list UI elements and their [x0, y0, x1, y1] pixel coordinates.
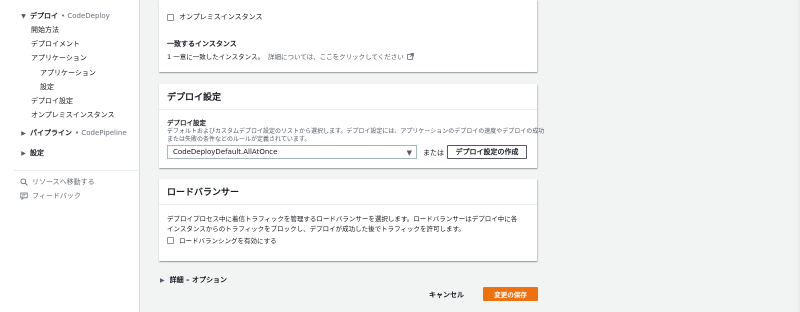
onprem-checkbox-row[interactable]: オンプレミスインスタンス [167, 12, 263, 22]
deploy-config-description-2: または失敗の条件などのルールが定義されています。 [167, 136, 311, 143]
sidebar-item-label: オンプレミスインスタンス [31, 111, 115, 119]
feedback-icon [20, 192, 28, 200]
caret-right-icon: ▶ [21, 129, 26, 137]
sidebar-subitem-settings[interactable]: 設定 [40, 82, 54, 92]
sidebar-item-deployments[interactable]: デプロイメント [31, 39, 80, 49]
caret-right-icon: ▶ [160, 276, 165, 284]
deploy-config-select[interactable]: CodeDeployDefault.AllAtOnce ▼ [167, 145, 417, 159]
sidebar-item-deploy-config[interactable]: デプロイ設定 [31, 96, 73, 106]
dropdown-arrow-icon: ▼ [406, 149, 412, 157]
sidebar-section-label: デプロイ [30, 12, 58, 20]
load-balancer-description-1: デプロイプロセス中に着信トラフィックを管理するロードバランサーを選択します。ロー… [167, 215, 518, 223]
onprem-checkbox[interactable] [167, 13, 174, 21]
matching-instances-row: 1 一意に一致したインスタンス。 詳細については、ここをクリックしてください [167, 51, 414, 61]
load-balancing-checkbox-label: ロードバランシングを有効にする [179, 237, 277, 245]
sidebar-section-deploy[interactable]: ▼ デプロイ • CodeDeploy [20, 11, 110, 21]
matching-instances-title: 一致するインスタンス [167, 40, 237, 48]
sidebar-section-settings[interactable]: ▶ 設定 [20, 148, 44, 158]
deploy-config-title: デプロイ設定 [159, 84, 537, 110]
search-icon [20, 178, 28, 186]
load-balancer-card: ロードバランサー デプロイプロセス中に着信トラフィックを管理するロードバランサー… [159, 179, 537, 261]
feedback-link[interactable]: フィードバック [20, 191, 81, 201]
sidebar-item-label: アプリケーション [40, 69, 96, 77]
sidebar-section-label: 設定 [30, 149, 44, 157]
sidebar-item-label: デプロイ設定 [31, 97, 73, 105]
caret-down-icon: ▼ [21, 12, 26, 20]
advanced-options-toggle[interactable]: ▶ 詳細 – オプション [160, 275, 227, 285]
external-link-icon [407, 52, 414, 60]
load-balancer-description-2: インスタンスからのトラフィックをブロックし、デプロイが成功した後でトラフィックを… [167, 225, 465, 233]
or-text: または [423, 149, 444, 157]
sidebar-nav: ▼ デプロイ • CodeDeploy 開始方法 デプロイメント アプリケーショ… [0, 0, 140, 312]
load-balancer-title: ロードバランサー [159, 179, 537, 205]
advanced-options-label: 詳細 – オプション [169, 276, 227, 284]
load-balancing-checkbox-row[interactable]: ロードバランシングを有効にする [167, 235, 277, 245]
sidebar-item-label: アプリケーション [31, 54, 87, 62]
cancel-button[interactable]: キャンセル [429, 290, 464, 300]
main-content: オンプレミスインスタンス 一致するインスタンス 1 一意に一致したインスタンス。… [140, 0, 800, 312]
matching-instances-link[interactable]: 詳細については、ここをクリックしてください [268, 51, 404, 61]
sidebar-item-onprem-instances[interactable]: オンプレミスインスタンス [31, 110, 115, 120]
caret-right-icon: ▶ [21, 149, 26, 157]
sidebar-item-getting-started[interactable]: 開始方法 [31, 25, 59, 35]
save-changes-button[interactable]: 変更の保存 [483, 287, 538, 301]
feedback-label: フィードバック [32, 192, 81, 200]
environment-card: オンプレミスインスタンス 一致するインスタンス 1 一意に一致したインスタンス。… [159, 0, 537, 72]
load-balancing-checkbox[interactable] [167, 236, 174, 244]
sidebar-item-label: 設定 [40, 83, 54, 91]
matching-instances-text: 1 一意に一致したインスタンス。 [167, 53, 264, 61]
sidebar-item-label: 開始方法 [31, 26, 59, 34]
onprem-checkbox-label: オンプレミスインスタンス [179, 13, 263, 21]
sidebar-section-pipeline[interactable]: ▶ パイプライン • CodePipeline [20, 128, 127, 138]
sidebar-section-service: • CodePipeline [75, 129, 127, 137]
deploy-config-select-value: CodeDeployDefault.AllAtOnce [173, 148, 278, 156]
sidebar-subitem-application[interactable]: アプリケーション [40, 68, 96, 78]
goto-resource-label: リソースへ移動する [32, 178, 95, 186]
sidebar-section-service: • CodeDeploy [61, 12, 110, 20]
create-deploy-config-button[interactable]: デプロイ設定の作成 [447, 145, 527, 159]
sidebar-item-applications[interactable]: アプリケーション [31, 53, 87, 63]
deploy-config-card: デプロイ設定 デプロイ設定 デフォルトおよびカスタムデプロイ設定のリストから選択… [159, 84, 544, 168]
goto-resource-link[interactable]: リソースへ移動する [20, 177, 95, 187]
sidebar-item-label: デプロイメント [31, 40, 80, 48]
sidebar-divider [14, 170, 140, 171]
sidebar-section-label: パイプライン [30, 129, 72, 137]
